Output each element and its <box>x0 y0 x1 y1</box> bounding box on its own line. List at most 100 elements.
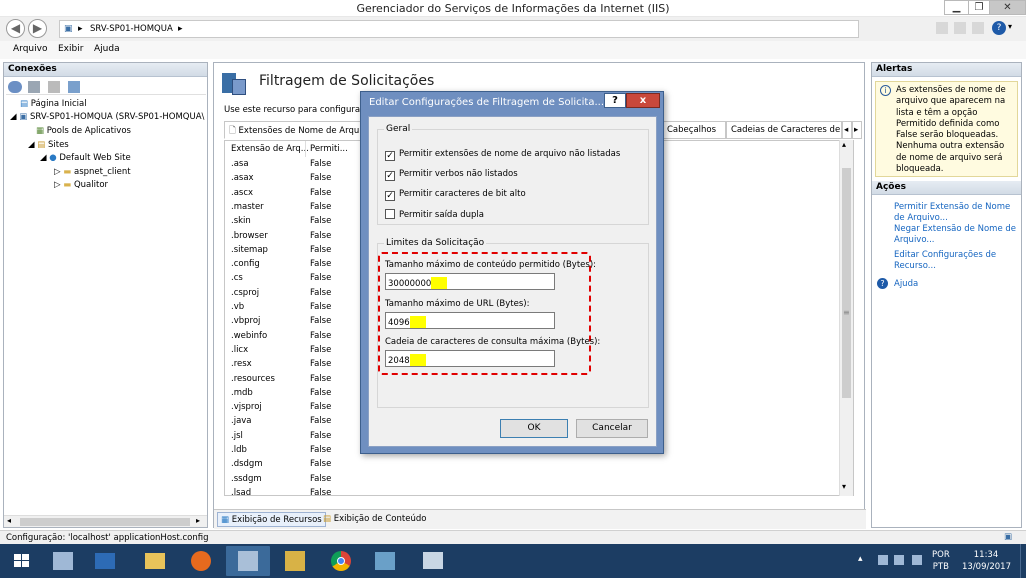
disconnect-icon[interactable] <box>48 81 60 93</box>
limits-group-label: Limites da Solicitação <box>384 238 487 248</box>
iis-manager-icon[interactable] <box>226 546 270 576</box>
clock-time: 11:34 <box>973 550 999 560</box>
clock[interactable]: 11:34 13/09/2017 <box>962 549 1011 573</box>
close-window-button[interactable]: ✕ <box>989 0 1026 15</box>
forward-icon[interactable]: ▶ <box>28 19 47 38</box>
scroll-up-icon[interactable]: ▴ <box>842 140 846 149</box>
tab-query-strings[interactable]: Cadeias de Caracteres de C <box>726 121 842 139</box>
save-icon[interactable] <box>28 81 40 93</box>
allowed-cell: False <box>310 201 332 212</box>
tab-headers[interactable]: Cabeçalhos <box>662 121 726 139</box>
globe-icon[interactable] <box>8 81 22 93</box>
alert-box: i As extensões de nome de arquivo que ap… <box>875 81 1018 177</box>
chrome-icon[interactable] <box>322 546 360 576</box>
extension-cell: .webinfo <box>231 330 268 341</box>
action-help[interactable]: Ajuda <box>894 279 918 290</box>
allowed-cell: False <box>310 430 332 441</box>
tools-icon[interactable] <box>276 546 314 576</box>
firefox-icon[interactable] <box>182 546 220 576</box>
help-icon[interactable]: ? <box>992 21 1006 35</box>
ok-button[interactable]: OK <box>500 419 568 438</box>
dialog-help-button[interactable]: ? <box>604 93 626 108</box>
powershell-icon[interactable] <box>86 546 124 576</box>
server-manager-icon[interactable] <box>44 546 82 576</box>
back-icon[interactable]: ◀ <box>6 19 25 38</box>
connections-pane: Conexões ▤ Página Inicial ◢ ▣ SRV-SP01-H… <box>3 62 208 528</box>
tree-item-qualitor[interactable]: ▷ ▬ Qualitor <box>54 180 108 190</box>
scroll-left-icon[interactable]: ◂ <box>7 516 11 525</box>
allowed-cell: False <box>310 173 332 184</box>
horizontal-scrollbar[interactable]: ◂ ▸ <box>4 515 207 527</box>
help-icon[interactable]: ? <box>877 278 888 289</box>
tray-network-icon[interactable] <box>894 555 904 565</box>
column-header-allowed[interactable]: Permiti... <box>310 144 348 154</box>
tree-item-default-site[interactable]: ◢ ● Default Web Site <box>40 153 131 163</box>
tray-chevron-icon[interactable]: ▴ <box>858 554 863 564</box>
table-row[interactable]: .ssdgm False <box>225 473 837 487</box>
general-group-label: Geral <box>384 124 413 134</box>
tab-scroll-left-icon[interactable]: ◂ <box>842 121 852 139</box>
checkbox-icon[interactable]: ✓ <box>385 151 395 161</box>
table-row[interactable]: .lsad False <box>225 487 837 496</box>
action-edit-settings[interactable]: Editar Configurações de Recurso... <box>894 250 1018 272</box>
allowed-cell: False <box>310 344 332 355</box>
clock-date: 13/09/2017 <box>962 562 1011 572</box>
tree-item-app-pools[interactable]: ▦ Pools de Aplicativos <box>36 126 131 136</box>
max-content-label: Tamanho máximo de conteúdo permitido (By… <box>385 260 597 270</box>
tab-scroll-right-icon[interactable]: ▸ <box>852 121 862 139</box>
connect-icon[interactable] <box>68 81 80 93</box>
cancel-button[interactable]: Cancelar <box>576 419 648 438</box>
checkbox-icon[interactable] <box>385 209 395 219</box>
tree-item-sites[interactable]: ◢ ▤ Sites <box>28 140 69 150</box>
language-indicator[interactable]: POR PTB <box>932 549 950 573</box>
menu-arquivo[interactable]: Arquivo <box>13 44 47 54</box>
input-value: 30000000 <box>388 279 432 289</box>
action-deny-extension[interactable]: Negar Extensão de Nome de Arquivo... <box>894 224 1018 246</box>
allowed-cell: False <box>310 487 332 496</box>
max-query-input[interactable]: 2048 <box>385 350 555 367</box>
start-button[interactable] <box>2 546 42 576</box>
refresh-icon[interactable] <box>972 22 984 34</box>
max-url-input[interactable]: 4096 <box>385 312 555 329</box>
scroll-thumb[interactable] <box>842 168 851 398</box>
features-view-tab[interactable]: ▦ Exibição de Recursos <box>217 512 326 527</box>
extension-cell: .vb <box>231 302 245 312</box>
checkbox-unlisted-verbs[interactable]: ✓ Permitir verbos não listados <box>385 169 518 181</box>
menu-exibir[interactable]: Exibir <box>58 44 83 54</box>
action-allow-extension[interactable]: Permitir Extensão de Nome de Arquivo... <box>894 202 1018 224</box>
tab-extensions[interactable]: 🗋 Extensões de Nome de Arquivo <box>224 121 364 139</box>
column-header-extension[interactable]: Extensão de Arq... <box>231 144 309 154</box>
dialog-close-button[interactable]: x <box>626 93 660 108</box>
menu-ajuda[interactable]: Ajuda <box>94 44 120 54</box>
file-explorer-icon[interactable] <box>136 546 174 576</box>
checkbox-high-bit[interactable]: ✓ Permitir caracteres de bit alto <box>385 189 526 201</box>
table-row[interactable]: .dsdgm False <box>225 458 837 472</box>
tray-volume-icon[interactable] <box>912 555 922 565</box>
scroll-down-icon[interactable]: ▾ <box>842 482 846 491</box>
checkbox-icon[interactable]: ✓ <box>385 171 395 181</box>
vertical-scrollbar[interactable]: ▴ ≡ ▾ <box>839 140 853 496</box>
checkbox-double-escaping[interactable]: Permitir saída dupla <box>385 209 484 220</box>
app-icon[interactable] <box>366 546 404 576</box>
breadcrumb-arrow-icon[interactable]: ▸ <box>178 24 183 34</box>
restore-button[interactable]: ❐ <box>968 0 990 15</box>
home-icon[interactable] <box>936 22 948 34</box>
checkbox-unlisted-extensions[interactable]: ✓ Permitir extensões de nome de arquivo n… <box>385 149 620 161</box>
allowed-cell: False <box>310 273 332 284</box>
content-view-tab[interactable]: ▤ Exibição de Conteúdo <box>320 512 429 527</box>
tray-flag-icon[interactable] <box>878 555 888 565</box>
scroll-right-icon[interactable]: ▸ <box>196 516 200 525</box>
checkbox-icon[interactable]: ✓ <box>385 191 395 201</box>
scroll-thumb[interactable] <box>20 518 190 526</box>
address-path-box[interactable]: ▣ ▸ SRV-SP01-HOMQUA ▸ <box>59 20 859 38</box>
tree-item-start-page[interactable]: ▤ Página Inicial <box>20 99 87 109</box>
tree-item-aspnet-client[interactable]: ▷ ▬ aspnet_client <box>54 167 131 177</box>
chevron-down-icon[interactable]: ▾ <box>1008 22 1012 31</box>
show-desktop-button[interactable] <box>1020 544 1026 578</box>
mail-icon[interactable] <box>954 22 966 34</box>
minimize-button[interactable]: ▁ <box>944 0 969 15</box>
max-content-input[interactable]: 30000000 <box>385 273 555 290</box>
column-divider[interactable] <box>305 141 306 157</box>
tree-item-server[interactable]: ◢ ▣ SRV-SP01-HOMQUA (SRV-SP01-HOMQUA\ <box>10 112 204 122</box>
remote-desktop-icon[interactable] <box>414 546 452 576</box>
